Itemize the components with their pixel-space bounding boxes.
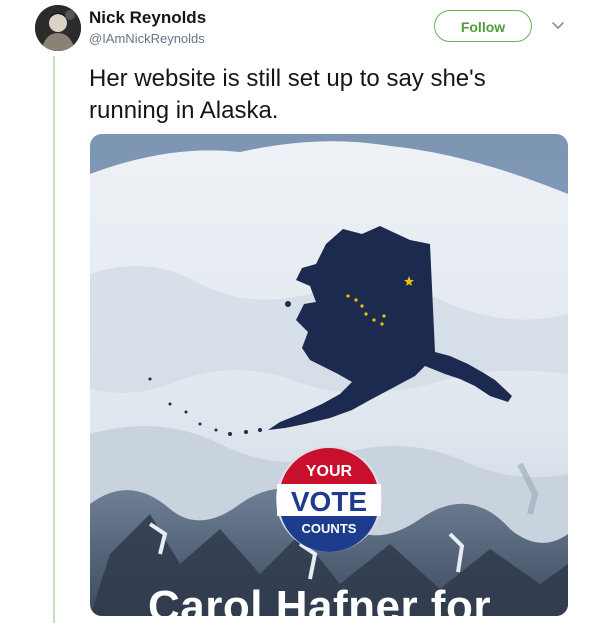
image-caption: Carol Hafner for — [148, 582, 491, 616]
user-handle[interactable]: @IAmNickReynolds — [89, 31, 205, 46]
user-display-name[interactable]: Nick Reynolds — [89, 8, 206, 28]
badge-line-vote: VOTE — [291, 486, 367, 517]
your-vote-counts-badge: YOUR VOTE COUNTS — [276, 446, 382, 552]
avatar-image — [35, 5, 81, 51]
mountain-background: YOUR VOTE COUNTS — [90, 134, 568, 616]
badge-line-your: YOUR — [306, 463, 353, 480]
chevron-down-icon[interactable] — [548, 16, 568, 36]
tweet-text: Her website is still set up to say she's… — [89, 65, 486, 124]
badge-line-counts: COUNTS — [302, 521, 357, 536]
thread-line — [53, 56, 55, 623]
tweet-media-image[interactable]: YOUR VOTE COUNTS Carol Hafner for — [90, 134, 568, 616]
tweet-card: Nick Reynolds @IAmNickReynolds Follow He… — [0, 0, 600, 623]
follow-button[interactable]: Follow — [434, 10, 532, 42]
avatar[interactable] — [35, 5, 81, 51]
